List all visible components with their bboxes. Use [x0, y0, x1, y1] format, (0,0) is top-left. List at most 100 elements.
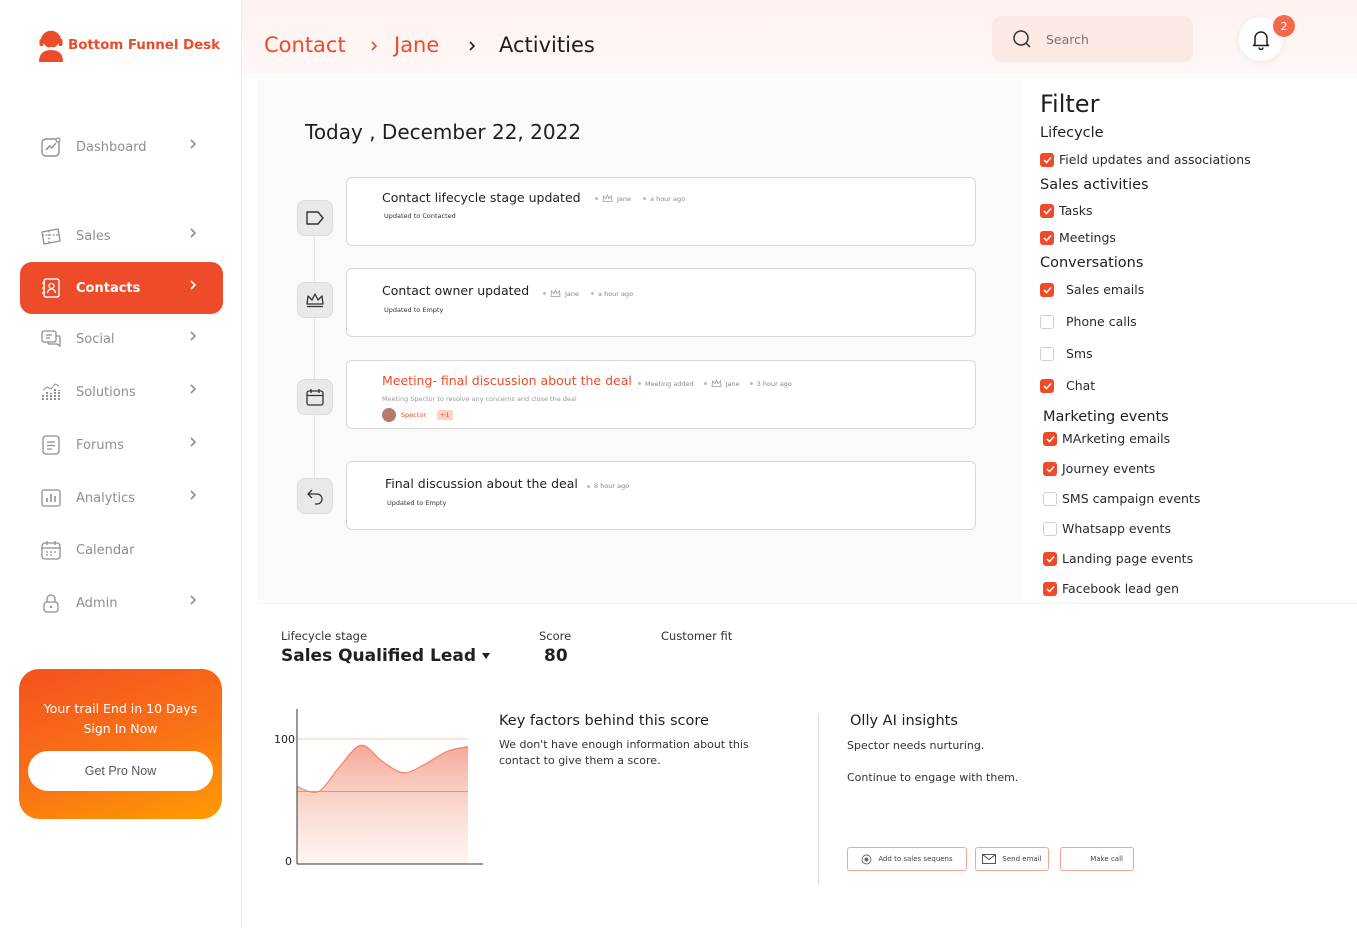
- sidebar-item-social[interactable]: Social: [20, 313, 223, 365]
- filter-option-label: SMS campaign events: [1062, 491, 1201, 506]
- filter-option[interactable]: Sales emails: [1040, 282, 1144, 297]
- sidebar-item-label: Sales: [76, 228, 111, 244]
- checkbox-checked[interactable]: [1040, 152, 1054, 167]
- lifecycle-stage-dropdown[interactable]: Sales Qualified Lead: [281, 646, 491, 666]
- filter-option[interactable]: Chat: [1040, 378, 1095, 393]
- make-call-label: Make call: [1090, 855, 1123, 863]
- breadcrumb-activities: Activities: [499, 33, 595, 57]
- checkbox-checked[interactable]: [1043, 551, 1057, 566]
- filter-option[interactable]: Sms: [1040, 346, 1093, 361]
- sidebar-item-solutions[interactable]: Solutions: [20, 366, 223, 418]
- activity-sub-prefix: Updated to: [387, 499, 424, 507]
- checkbox-checked[interactable]: [1040, 282, 1054, 297]
- activity-subtitle: Updated to Contacted: [384, 212, 456, 220]
- activity-title: Meeting- final discussion about the deal: [382, 373, 632, 388]
- filter-option[interactable]: MArketing emails: [1043, 431, 1170, 446]
- score-chart: 100 0: [274, 709, 483, 868]
- checkbox-unchecked[interactable]: [1040, 346, 1054, 361]
- activity-time: 8 hour ago: [594, 482, 630, 490]
- add-to-sequence-button[interactable]: Add to sales sequens: [847, 847, 967, 871]
- get-pro-button[interactable]: Get Pro Now: [28, 751, 213, 791]
- timeline-line: [314, 218, 315, 498]
- attendee-extra-badge[interactable]: +1: [437, 410, 453, 420]
- activity-card[interactable]: Contact lifecycle stage updated Jane a h…: [346, 177, 976, 246]
- activity-sub-value: Contacted: [422, 212, 456, 220]
- bullet: [638, 382, 641, 385]
- activity-author: Jane: [725, 379, 740, 388]
- sidebar-item-label: Solutions: [76, 384, 136, 400]
- sidebar-item-label: Admin: [76, 595, 118, 611]
- checkbox-checked[interactable]: [1040, 203, 1054, 218]
- chevron-right-icon: [189, 383, 197, 399]
- sidebar-item-analytics[interactable]: Analytics: [20, 472, 223, 524]
- tag-icon: [297, 200, 333, 236]
- notification-badge: 2: [1273, 15, 1295, 37]
- checkbox-checked[interactable]: [1040, 378, 1054, 393]
- crown-icon: [297, 282, 333, 318]
- checkbox-unchecked[interactable]: [1043, 491, 1057, 506]
- key-factors-title: Key factors behind this score: [499, 713, 709, 729]
- activity-card[interactable]: Meeting- final discussion about the deal…: [346, 360, 976, 429]
- insights-line1: Spector needs nurturing.: [847, 739, 985, 752]
- avatar: [382, 408, 396, 422]
- bell-icon: [1252, 31, 1270, 50]
- filter-option[interactable]: SMS campaign events: [1043, 491, 1200, 506]
- sidebar-item-dashboard[interactable]: Dashboard: [20, 121, 223, 173]
- activity-card[interactable]: Contact owner updated Jane a hour ago Up…: [346, 268, 976, 337]
- chevron-right-icon: [189, 594, 197, 610]
- filter-option[interactable]: Meetings: [1040, 230, 1116, 245]
- send-email-button[interactable]: Send email: [975, 847, 1049, 871]
- filter-option[interactable]: Whatsapp events: [1043, 521, 1171, 536]
- ticket-icon: [40, 225, 62, 247]
- checkbox-checked[interactable]: [1043, 461, 1057, 476]
- checkbox-unchecked[interactable]: [1040, 314, 1054, 329]
- search-icon: [1013, 30, 1031, 48]
- calendar-icon: [40, 539, 62, 561]
- checkbox-unchecked[interactable]: [1043, 521, 1057, 536]
- filter-option[interactable]: Tasks: [1040, 203, 1093, 218]
- filter-section-title: Lifecycle: [1040, 125, 1104, 141]
- search-box[interactable]: [992, 16, 1193, 62]
- filter-option[interactable]: Facebook lead gen: [1043, 581, 1179, 596]
- activity-author: Jane: [617, 194, 632, 203]
- lifecycle-stage-label: Lifecycle stage: [281, 629, 368, 643]
- meeting-attendees: Spector +1: [382, 408, 453, 422]
- checkbox-checked[interactable]: [1043, 581, 1057, 596]
- filter-option-label: Landing page events: [1062, 551, 1194, 566]
- activity-sub-value: Empty: [422, 306, 444, 314]
- chevron-right-icon: [189, 330, 197, 346]
- checkbox-checked[interactable]: [1043, 431, 1057, 446]
- crown-icon: [550, 289, 561, 297]
- filter-option[interactable]: Landing page events: [1043, 551, 1193, 566]
- make-call-button[interactable]: Make call: [1060, 847, 1134, 871]
- attendee-name[interactable]: Spector: [401, 411, 426, 419]
- sidebar-item-admin[interactable]: Admin: [20, 577, 223, 629]
- search-input[interactable]: [1046, 31, 1166, 47]
- sidebar-item-forums[interactable]: Forums: [20, 419, 223, 471]
- chart-area: [297, 745, 468, 864]
- breadcrumb-jane[interactable]: Jane: [394, 33, 439, 57]
- filter-section-title: Conversations: [1040, 255, 1144, 271]
- sidebar-item-label: Calendar: [76, 542, 135, 558]
- breadcrumb-contact[interactable]: Contact: [264, 33, 346, 57]
- crown-icon: [602, 194, 613, 202]
- activity-card[interactable]: Final discussion about the deal 8 hour a…: [346, 461, 976, 530]
- sidebar-item-contacts[interactable]: Contacts: [20, 262, 223, 314]
- sidebar-item-calendar[interactable]: Calendar: [20, 524, 223, 576]
- filter-option-label: Chat: [1066, 378, 1096, 393]
- sidebar-item-sales[interactable]: Sales: [20, 210, 223, 262]
- chart-line-icon: [40, 136, 62, 158]
- checkbox-checked[interactable]: [1040, 230, 1054, 245]
- filter-title: Filter: [1040, 90, 1100, 118]
- brand-logo[interactable]: Bottom Funnel Desk: [36, 28, 220, 62]
- trial-promo-line2[interactable]: Sign In Now: [19, 719, 222, 739]
- chart-y-tick-label: 100: [274, 733, 295, 746]
- brand-name: Bottom Funnel Desk: [68, 37, 220, 53]
- mail-icon: [982, 854, 997, 864]
- filter-option-label: MArketing emails: [1062, 431, 1171, 446]
- filter-option-label: Phone calls: [1066, 314, 1137, 329]
- filter-option[interactable]: Field updates and associations: [1040, 152, 1251, 167]
- filter-option[interactable]: Phone calls: [1040, 314, 1137, 329]
- filter-option[interactable]: Journey events: [1043, 461, 1155, 476]
- key-factors-body: We don't have enough information about t…: [499, 738, 749, 767]
